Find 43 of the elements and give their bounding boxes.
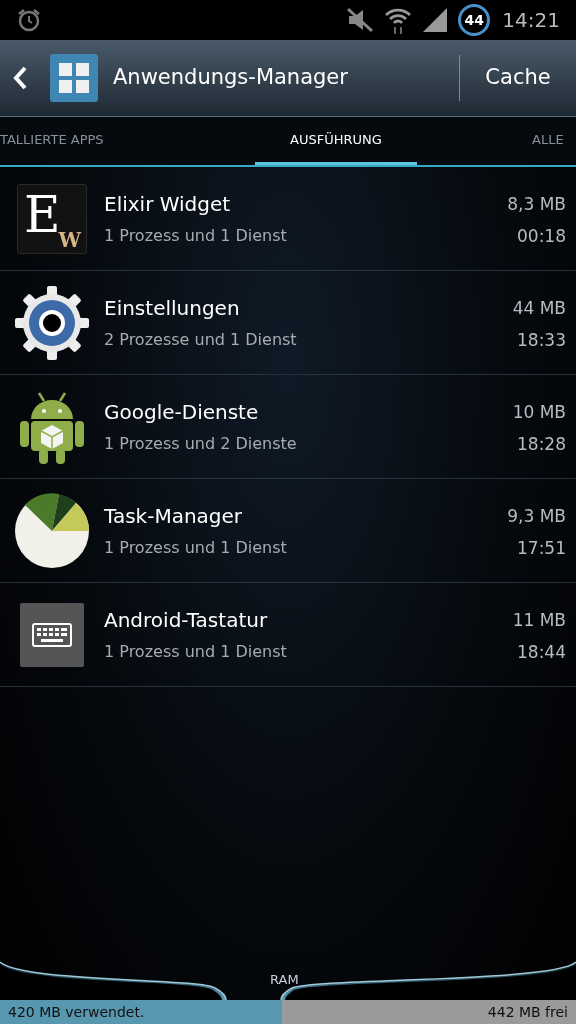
memory-size: 11 MB bbox=[512, 608, 566, 632]
mute-icon bbox=[346, 7, 375, 33]
app-row[interactable]: Task-Manager 1 Prozess und 1 Dienst 9,3 MB 17:51 bbox=[0, 479, 576, 583]
app-row[interactable]: Google-Dienste 1 Prozess und 2 Dienste 10 MB 18:28 bbox=[0, 375, 576, 479]
app-detail: 1 Prozess und 1 Dienst bbox=[104, 537, 288, 558]
wifi-icon bbox=[384, 6, 413, 34]
app-row[interactable]: Einstellungen 2 Prozesse und 1 Dienst 44 MB 18:33 bbox=[0, 271, 576, 375]
app-name: Android-Tastatur bbox=[104, 607, 269, 632]
app-detail: 1 Prozess und 2 Dienste bbox=[104, 433, 298, 454]
cache-button[interactable]: Cache bbox=[460, 39, 576, 117]
app-detail: 1 Prozess und 1 Dienst bbox=[104, 641, 288, 662]
tab[interactable]: ALLE bbox=[532, 117, 576, 165]
run-time: 18:33 bbox=[517, 329, 566, 350]
gear-icon bbox=[15, 285, 89, 360]
memory-size: 44 MB bbox=[512, 296, 566, 320]
memory-size: 10 MB bbox=[512, 400, 566, 424]
back-icon bbox=[13, 66, 27, 90]
clock-time: 14:21 bbox=[502, 7, 560, 34]
signal-icon bbox=[422, 7, 449, 33]
battery-icon: 44 bbox=[458, 4, 491, 36]
app-name: Task-Manager bbox=[104, 503, 244, 528]
tab[interactable]: AUSFÜHRUNG bbox=[255, 117, 417, 165]
run-time: 17:51 bbox=[517, 537, 566, 558]
app-detail: 2 Prozesse und 1 Dienst bbox=[104, 329, 298, 350]
screen-title: Anwendungs-Manager bbox=[113, 64, 349, 92]
run-time: 18:44 bbox=[517, 641, 566, 662]
app-grid-icon bbox=[50, 54, 98, 102]
run-time: 18:28 bbox=[517, 433, 566, 454]
ram-label: RAM bbox=[270, 971, 299, 989]
tab[interactable]: TALLIERTE APPS bbox=[0, 117, 140, 165]
ram-used-text: 420 MB verwendet. bbox=[8, 1002, 145, 1022]
pie-chart-icon bbox=[14, 492, 90, 569]
memory-size: 9,3 MB bbox=[507, 504, 566, 528]
ram-free-text: 442 MB frei bbox=[487, 1002, 568, 1022]
app-name: Google-Dienste bbox=[104, 399, 260, 424]
memory-size: 8,3 MB bbox=[507, 192, 566, 216]
alarm-icon bbox=[16, 7, 42, 33]
app-name: Elixir Widget bbox=[104, 191, 232, 216]
keyboard-icon bbox=[20, 602, 84, 667]
app-detail: 1 Prozess und 1 Dienst bbox=[104, 225, 288, 246]
run-time: 00:18 bbox=[517, 225, 566, 246]
app-row[interactable]: Android-Tastatur 1 Prozess und 1 Dienst 11 MB 18:44 bbox=[0, 583, 576, 687]
app-name: Einstellungen bbox=[104, 295, 241, 320]
